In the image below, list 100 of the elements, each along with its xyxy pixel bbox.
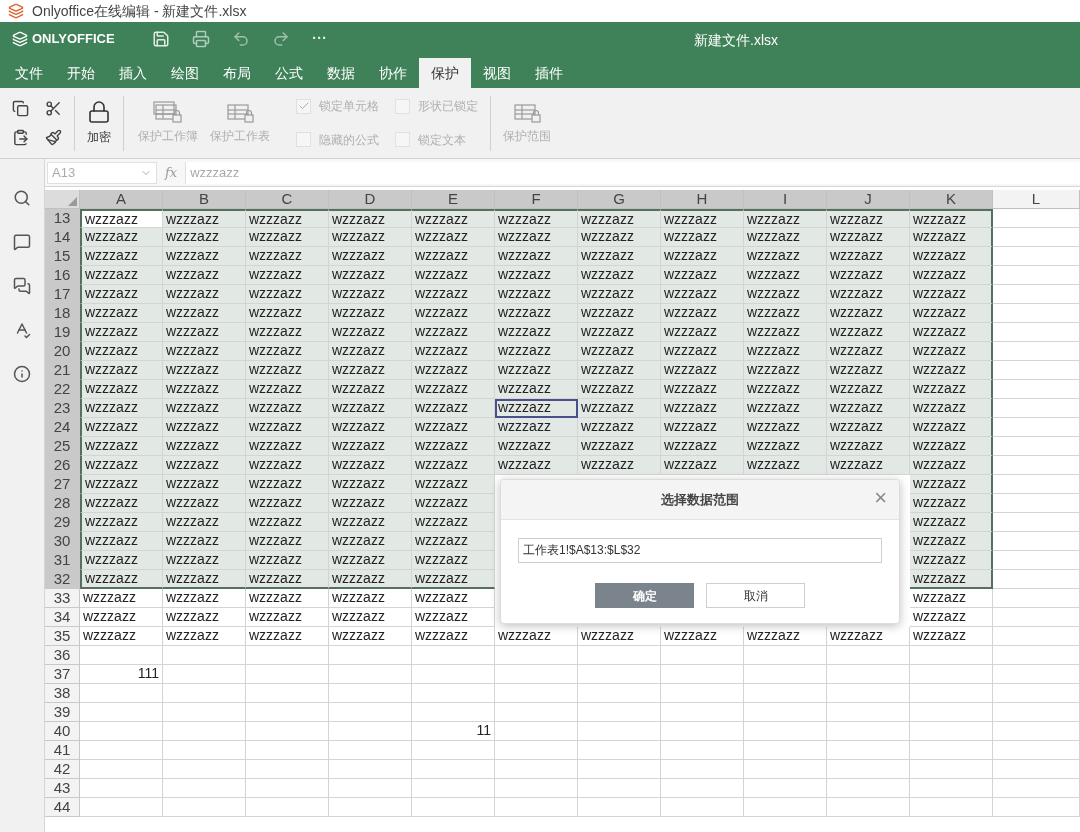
row-header[interactable]: 20 [45, 342, 80, 361]
table-cell: wzzzazz [329, 513, 412, 532]
row-header[interactable]: 23 [45, 399, 80, 418]
ribbon-tab[interactable]: 开始 [55, 58, 107, 88]
row-header[interactable]: 15 [45, 247, 80, 266]
ribbon-tab[interactable]: 视图 [471, 58, 523, 88]
column-header[interactable]: C [246, 190, 329, 209]
ribbon-tab[interactable]: 文件 [3, 58, 55, 88]
row-header[interactable]: 22 [45, 380, 80, 399]
row-header[interactable]: 30 [45, 532, 80, 551]
row-header[interactable]: 43 [45, 779, 80, 798]
row-header[interactable]: 32 [45, 570, 80, 589]
row-header[interactable]: 19 [45, 323, 80, 342]
table-cell: wzzzazz [661, 437, 744, 456]
row-header[interactable]: 26 [45, 456, 80, 475]
column-header[interactable]: A [80, 190, 163, 209]
row-header[interactable]: 40 [45, 722, 80, 741]
table-cell: wzzzazz [827, 304, 910, 323]
ribbon-tab[interactable]: 插入 [107, 58, 159, 88]
row-header[interactable]: 28 [45, 494, 80, 513]
row-header[interactable]: 33 [45, 589, 80, 608]
save-icon[interactable] [152, 29, 170, 48]
column-header[interactable]: D [329, 190, 412, 209]
table-cell: wzzzazz [910, 608, 993, 627]
table-cell: wzzzazz [910, 361, 993, 380]
ribbon-tab[interactable]: 公式 [263, 58, 315, 88]
chat-icon[interactable] [13, 277, 31, 295]
ribbon-tab[interactable]: 插件 [523, 58, 575, 88]
table-cell: wzzzazz [578, 342, 661, 361]
row-header[interactable]: 24 [45, 418, 80, 437]
ribbon-tab[interactable]: 协作 [367, 58, 419, 88]
ok-button[interactable]: 确定 [595, 583, 694, 608]
comment-icon[interactable] [13, 233, 31, 251]
row-header[interactable]: 27 [45, 475, 80, 494]
copy-icon[interactable] [12, 100, 29, 117]
table-cell: wzzzazz [163, 551, 246, 570]
paste-icon[interactable] [12, 129, 29, 146]
column-header[interactable]: H [661, 190, 744, 209]
table-cell: wzzzazz [246, 475, 329, 494]
column-header[interactable]: B [163, 190, 246, 209]
column-header[interactable]: E [412, 190, 495, 209]
table-cell: wzzzazz [495, 247, 578, 266]
app-logo-icon [8, 3, 24, 19]
table-cell: wzzzazz [329, 285, 412, 304]
row-header[interactable]: 31 [45, 551, 80, 570]
table-cell: wzzzazz [163, 589, 246, 608]
row-header[interactable]: 16 [45, 266, 80, 285]
ribbon-tab[interactable]: 保护 [419, 58, 471, 88]
format-painter-icon[interactable] [45, 129, 62, 146]
table-cell: wzzzazz [910, 399, 993, 418]
cut-icon[interactable] [45, 100, 62, 117]
close-button[interactable]: × [874, 487, 887, 509]
table-cell: wzzzazz [163, 513, 246, 532]
row-header[interactable]: 44 [45, 798, 80, 817]
cancel-button[interactable]: 取消 [706, 583, 805, 608]
table-cell: wzzzazz [910, 551, 993, 570]
info-icon[interactable] [13, 365, 31, 383]
table-cell: wzzzazz [246, 380, 329, 399]
table-cell: wzzzazz [329, 209, 412, 228]
row-header[interactable]: 25 [45, 437, 80, 456]
print-icon[interactable] [192, 29, 210, 48]
more-button[interactable]: ··· [312, 27, 327, 50]
table-cell: wzzzazz [80, 266, 163, 285]
column-header[interactable]: J [827, 190, 910, 209]
encrypt-button[interactable]: 加密 [75, 95, 124, 151]
column-header[interactable]: L [993, 190, 1080, 209]
row-header[interactable]: 38 [45, 684, 80, 703]
search-icon[interactable] [13, 189, 31, 207]
ribbon-tab[interactable]: 数据 [315, 58, 367, 88]
row-header[interactable]: 18 [45, 304, 80, 323]
lock-icon [87, 100, 111, 124]
table-cell: wzzzazz [578, 627, 661, 646]
table-cell: wzzzazz [80, 456, 163, 475]
table-cell: wzzzazz [744, 380, 827, 399]
table-cell: wzzzazz [744, 285, 827, 304]
row-header[interactable]: 36 [45, 646, 80, 665]
row-header[interactable]: 35 [45, 627, 80, 646]
table-cell: wzzzazz [80, 323, 163, 342]
range-input[interactable]: 工作表1!$A$13:$L$32 [518, 538, 882, 563]
row-header[interactable]: 21 [45, 361, 80, 380]
column-header[interactable]: I [744, 190, 827, 209]
table-cell: wzzzazz [246, 551, 329, 570]
table-cell: wzzzazz [246, 285, 329, 304]
row-header[interactable]: 37 [45, 665, 80, 684]
table-cell: wzzzazz [744, 399, 827, 418]
row-header[interactable]: 39 [45, 703, 80, 722]
column-header[interactable]: K [910, 190, 993, 209]
ribbon-tab[interactable]: 布局 [211, 58, 263, 88]
row-header[interactable]: 41 [45, 741, 80, 760]
ribbon-tab[interactable]: 绘图 [159, 58, 211, 88]
table-cell: wzzzazz [412, 399, 495, 418]
row-header[interactable]: 13 [45, 209, 80, 228]
row-header[interactable]: 29 [45, 513, 80, 532]
row-header[interactable]: 42 [45, 760, 80, 779]
table-cell: wzzzazz [329, 228, 412, 247]
column-header[interactable]: G [578, 190, 661, 209]
row-header[interactable]: 34 [45, 608, 80, 627]
column-header[interactable]: F [495, 190, 578, 209]
row-header[interactable]: 17 [45, 285, 80, 304]
row-header[interactable]: 14 [45, 228, 80, 247]
